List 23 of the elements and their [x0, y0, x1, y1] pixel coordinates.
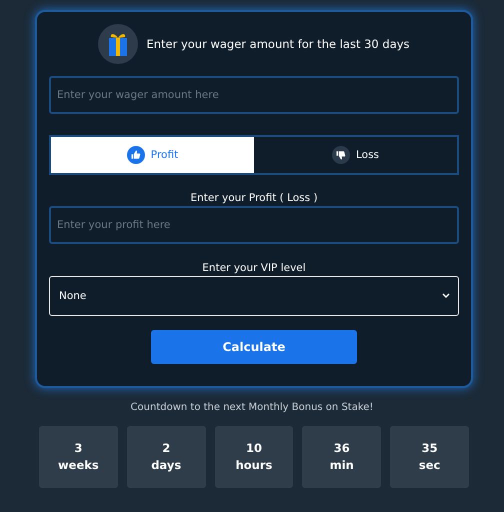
countdown-unit: sec — [418, 457, 440, 474]
profit-tab[interactable]: Profit — [51, 137, 254, 173]
countdown-value: 3 — [74, 440, 82, 457]
thumbs-down-icon — [332, 146, 350, 164]
gift-icon — [98, 24, 138, 64]
vip-select[interactable]: None — [49, 276, 459, 316]
countdown-unit: weeks — [58, 457, 99, 474]
profit-label: Enter your Profit ( Loss ) — [189, 192, 319, 204]
chevron-down-icon — [442, 293, 450, 299]
countdown-value: 36 — [334, 440, 350, 457]
countdown-title: Countdown to the next Monthly Bonus on Stake! — [130, 402, 374, 413]
countdown-value: 10 — [246, 440, 262, 457]
countdown-value: 35 — [422, 440, 438, 457]
calculate-button[interactable]: Calculate — [151, 330, 357, 364]
vip-label: Enter your VIP level — [201, 262, 307, 274]
thumbs-up-icon — [126, 146, 145, 164]
profit-input[interactable]: Enter your profit here — [49, 206, 459, 244]
countdown-value: 2 — [162, 440, 170, 457]
countdown-unit: min — [330, 457, 354, 474]
countdown-unit: days — [151, 457, 182, 474]
countdown-unit: hours — [236, 457, 272, 474]
wager-input[interactable]: Enter your wager amount here — [49, 76, 459, 114]
card-title: Enter your wager amount for the last 30 days — [146, 37, 410, 51]
